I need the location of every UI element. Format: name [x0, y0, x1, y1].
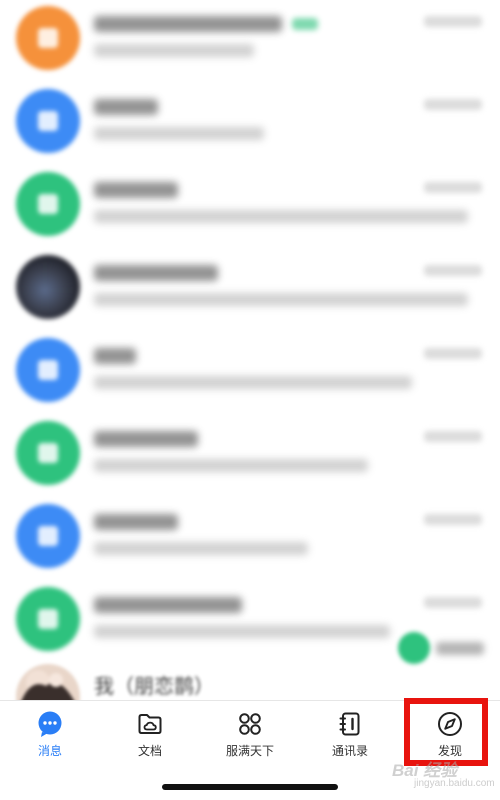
message-time-blurred: [424, 16, 482, 27]
tab-discover[interactable]: 发现: [400, 701, 500, 765]
avatar: [16, 89, 80, 153]
tab-docs[interactable]: 文档: [100, 701, 200, 765]
floating-shortcut-icon: [398, 632, 430, 664]
message-preview-blurred: [94, 542, 308, 555]
message-title-blurred: [94, 265, 218, 281]
avatar: [16, 338, 80, 402]
avatar: [16, 664, 80, 700]
message-preview-blurred: [94, 44, 254, 57]
message-time-blurred: [424, 431, 482, 442]
message-time-blurred: [424, 514, 482, 525]
message-title-blurred: [94, 16, 282, 32]
message-preview-blurred: [94, 625, 390, 638]
list-item[interactable]: [0, 166, 500, 249]
bottom-tab-bar: 消息 文档 服满天下 通讯录 发现: [0, 700, 500, 765]
floating-shortcut-label-blurred: [436, 642, 484, 655]
tab-label: 文档: [137, 744, 162, 758]
message-time-blurred: [424, 348, 482, 359]
avatar: [16, 172, 80, 236]
message-title-blurred: [94, 182, 178, 198]
tab-label: 消息: [37, 744, 62, 758]
list-item[interactable]: [0, 249, 500, 332]
app-screen: 我（朋恋鹊） 消息 文档 服满天下 通讯录 发现 Bai 经验 jingyan.…: [0, 0, 500, 800]
message-time-blurred: [424, 99, 482, 110]
list-item[interactable]: [0, 415, 500, 498]
watermark-url: jingyan.baidu.com: [414, 778, 495, 789]
tag-badge-blurred: [292, 18, 318, 30]
tab-label: 发现: [437, 744, 462, 758]
floating-shortcut-pill[interactable]: [396, 628, 494, 668]
grid-apps-icon: [239, 713, 261, 735]
tab-apps[interactable]: 服满天下: [200, 701, 300, 765]
message-time-blurred: [424, 265, 482, 276]
message-title-blurred: [94, 99, 158, 115]
chat-bubble-icon: [38, 711, 62, 737]
message-time-blurred: [424, 597, 482, 608]
list-item[interactable]: [0, 0, 500, 83]
message-title-blurred: [94, 348, 136, 364]
home-indicator[interactable]: [162, 784, 338, 790]
avatar: [16, 504, 80, 568]
list-item[interactable]: [0, 332, 500, 415]
message-preview-blurred: [94, 293, 468, 306]
tab-label: 服满天下: [225, 744, 274, 758]
avatar: [16, 6, 80, 70]
message-preview-blurred: [94, 376, 412, 389]
list-item[interactable]: [0, 83, 500, 166]
message-title-blurred: [94, 431, 198, 447]
avatar: [16, 421, 80, 485]
tab-label: 通讯录: [331, 744, 368, 758]
message-time-blurred: [424, 182, 482, 193]
address-book-icon: [339, 712, 360, 736]
avatar: [16, 255, 80, 319]
tab-contacts[interactable]: 通讯录: [300, 701, 400, 765]
message-preview-blurred: [94, 459, 368, 472]
partial-message-title: 我（朋恋鹊）: [94, 676, 214, 698]
compass-icon: [438, 712, 462, 736]
avatar: [16, 587, 80, 651]
tab-messages[interactable]: 消息: [0, 701, 100, 765]
message-preview-blurred: [94, 210, 468, 223]
folder-cloud-icon: [138, 714, 162, 734]
message-list[interactable]: 我（朋恋鹊）: [0, 0, 500, 700]
list-item[interactable]: [0, 498, 500, 581]
message-title-blurred: [94, 514, 178, 530]
message-title-blurred: [94, 597, 242, 613]
message-preview-blurred: [94, 127, 264, 140]
